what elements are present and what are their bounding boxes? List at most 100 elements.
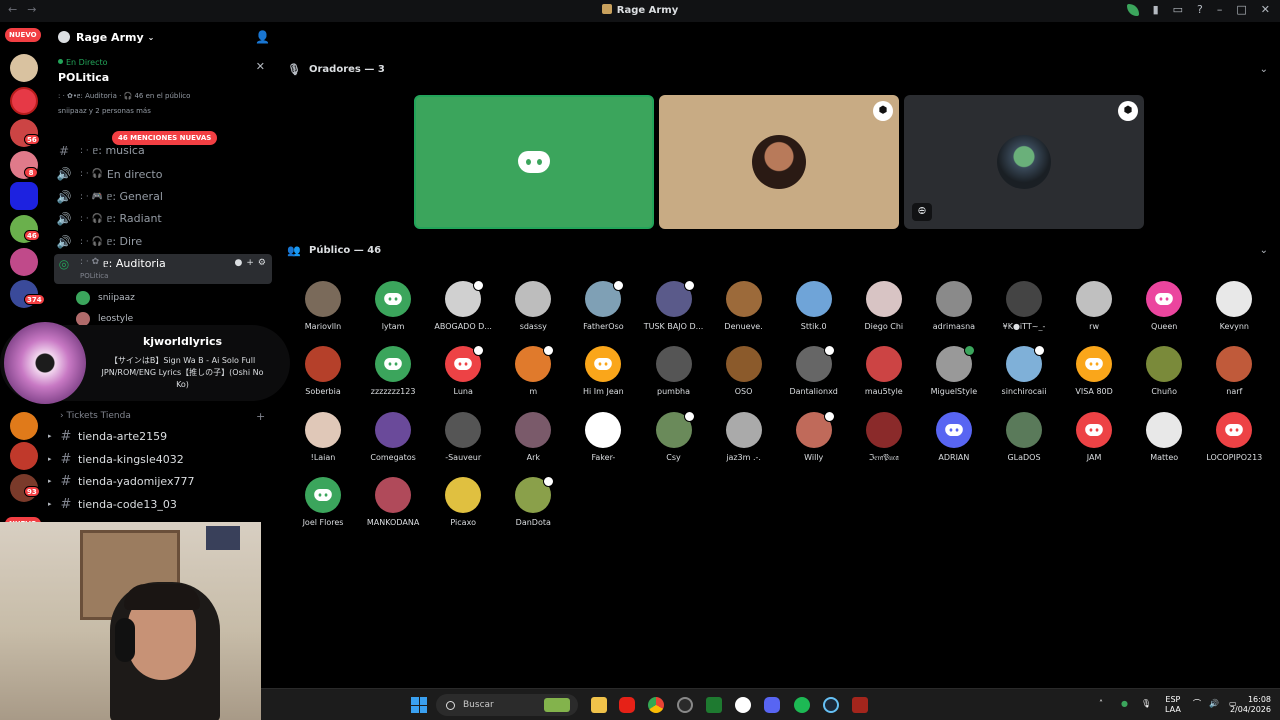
audience-member[interactable]: Sttik.0 [779,281,849,339]
chevron-down-icon[interactable]: ⌄ [1260,64,1268,75]
maximize-button[interactable]: □ [1236,3,1246,17]
settings-icon[interactable]: ⚙ [258,258,266,268]
audience-member[interactable]: Denueve. [709,281,779,339]
audience-member[interactable]: Luna [428,345,498,404]
audience-member[interactable]: ℑ𝔢𝔪𝔓𝔲𝔠𝔞 [849,411,919,470]
server-icon[interactable] [10,87,38,115]
audience-member[interactable]: Comegatos [358,411,428,470]
audience-member[interactable]: adrimasna [919,281,989,339]
text-channel[interactable]: ▸ # tienda-kingsle4032 [48,449,184,469]
app-icon[interactable] [706,697,722,713]
audience-member[interactable]: zzzzzzz123 [358,346,428,404]
audience-member[interactable]: -Sauveur [428,411,498,470]
voice-member[interactable]: sniipaaz [76,289,135,307]
audience-member[interactable]: rw [1059,281,1129,339]
network-icon[interactable]: ⌒ [1193,699,1201,709]
taskbar-search[interactable]: Buscar [436,694,578,716]
server-icon[interactable] [10,442,38,470]
file-explorer-icon[interactable] [591,697,607,713]
speakers-header[interactable]: 🎙 Oradores — 3 [287,63,385,76]
channel-auditoria[interactable]: ◎ : · ✿ ᥱ: Auditoria POLitica ● + ⚙ [54,254,272,284]
audience-member[interactable]: Joel Flores [288,476,358,535]
channel-radiant[interactable]: 🔊 : · 🎧 ᥱ: Radiant [54,209,272,229]
close-icon[interactable]: ✕ [256,60,265,73]
server-icon[interactable] [10,412,38,440]
category-tickets[interactable]: › Tickets Tienda + [60,410,265,423]
inbox-icon[interactable]: ▭ [1173,3,1183,17]
audience-member[interactable]: Diego Chi [849,281,919,339]
audience-member[interactable]: DanDota [498,475,568,535]
chevron-down-icon[interactable]: ⌄ [1260,245,1268,256]
add-channel-icon[interactable]: + [256,410,265,423]
audience-member[interactable]: MiguelStyle [919,345,989,404]
nitro-leaf-icon[interactable] [1126,4,1139,16]
audience-member[interactable]: MANKODANA [358,476,428,535]
steam-icon[interactable] [823,697,839,713]
chevron-up-icon[interactable]: ˄ [1099,699,1103,709]
audience-member[interactable]: lytam [358,281,428,339]
audience-member[interactable]: Csy [639,410,709,470]
audience-member[interactable]: m [498,345,568,404]
youtube-icon[interactable] [619,697,635,713]
text-channel[interactable]: ▸ # tienda-arte2159 [48,426,167,446]
audience-member[interactable]: Willy [779,410,849,470]
app-icon[interactable] [735,697,751,713]
minimize-button[interactable]: – [1217,3,1223,17]
audience-member[interactable]: Faker- [568,411,638,470]
audience-member[interactable]: Picaxo [428,476,498,535]
dota-icon[interactable] [852,697,868,713]
audience-member[interactable]: sinchirocaii [989,345,1059,404]
audience-member[interactable]: Kevynn [1199,281,1269,339]
invite-user-icon[interactable]: 👤 [255,31,270,43]
audience-member[interactable]: !Laian [288,411,358,470]
server-icon[interactable] [10,182,38,210]
microphone-tray-icon[interactable]: 🎙 [1141,699,1151,709]
audience-member[interactable]: Matteo [1129,411,1199,470]
audience-member[interactable]: JAM [1059,411,1129,470]
chat-icon[interactable]: ● [235,258,243,268]
chrome-icon[interactable] [648,697,664,713]
clock[interactable]: 16:08 2/04/2026 [1227,695,1271,715]
speaker-tile[interactable]: ⬢ [659,95,899,229]
text-channel[interactable]: ▸ # tienda-yadomijex777 [48,471,194,491]
server-icon[interactable] [10,248,38,276]
live-stage-card[interactable]: En Directo POLitica : · ✿•ᥱ: Auditoria ·… [48,52,277,126]
audience-member[interactable]: jaz3m .-. [709,411,779,470]
audience-member[interactable]: Queen [1129,281,1199,339]
channel-en-directo[interactable]: 🔊 : · 🎧 En directo [54,164,272,184]
audience-member[interactable]: ¥K●iTT~_- [989,281,1059,339]
audience-member[interactable]: Ark [498,411,568,470]
channel-dire[interactable]: 🔊 : · 🎧 ᥱ: Dire [54,232,272,252]
audience-member[interactable]: OSO [709,346,779,404]
audience-member[interactable]: FatherOso [568,280,638,339]
text-channel[interactable]: ▸ # tienda-code13_03 [48,494,177,514]
audience-member[interactable]: mau5tyle [849,346,919,404]
audience-member[interactable]: ADRIAN [919,411,989,470]
invite-icon[interactable]: + [246,258,254,268]
server-header[interactable]: Rage Army ⌄ 👤 [48,22,277,52]
app-icon[interactable] [677,697,693,713]
audience-member[interactable]: narf [1199,346,1269,404]
channel-general[interactable]: 🔊 : · 🎮 ᥱ: General [54,187,272,207]
close-button[interactable]: ✕ [1261,3,1270,17]
audience-member[interactable]: Mariovlln [288,281,358,339]
audience-member[interactable]: TUSK BAJO D... [639,280,709,339]
audience-member[interactable]: Hi Im Jean [568,346,638,404]
tray-app-icon[interactable]: ● [1121,699,1128,709]
audience-member[interactable]: pumbha [639,346,709,404]
help-icon[interactable]: ? [1197,3,1203,17]
audience-header[interactable]: 👥 Público — 46 [287,244,381,257]
language-indicator[interactable]: ESP LAA [1165,695,1181,715]
volume-icon[interactable]: 🔊 [1209,699,1219,709]
server-icon[interactable] [10,54,38,82]
windows-start-icon[interactable] [411,697,427,713]
bookmark-icon[interactable]: ▮ [1153,3,1159,17]
audience-member[interactable]: ABOGADO D... [428,280,498,339]
speaker-tile[interactable]: ⬢ ⨸ [904,95,1144,229]
spotify-icon[interactable] [794,697,810,713]
audience-member[interactable]: Soberbia [288,346,358,404]
audience-member[interactable]: LOCOPIPO213 [1199,411,1269,470]
audience-member[interactable]: GLaDOS [989,411,1059,470]
audience-member[interactable]: sdassy [498,281,568,339]
audience-member[interactable]: VISA 80D [1059,346,1129,404]
